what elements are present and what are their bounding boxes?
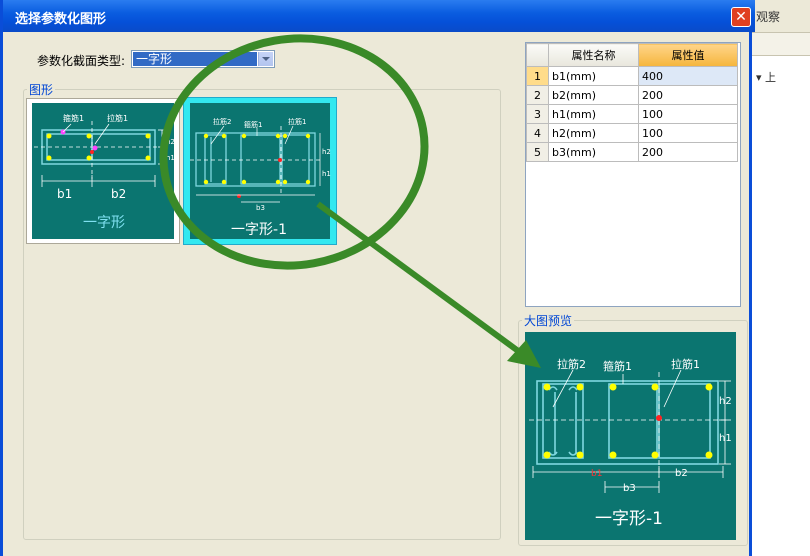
row-index: 2 <box>526 85 549 105</box>
table-row[interactable]: 5 b3(mm) 200 <box>526 142 738 162</box>
shape-diagram-2: 拉筋2 箍筋1 拉筋1 b3 h2 h1 一字形-1 <box>190 117 331 238</box>
property-value[interactable]: 100 <box>638 104 738 124</box>
shape-1-tie-label: 拉筋1 <box>107 113 128 123</box>
background-toolbar-2-text: ▾ 上 <box>756 71 777 84</box>
preview-h2-label: h2 <box>719 396 732 407</box>
preview-tie2-label: 拉筋2 <box>557 357 586 371</box>
property-name: b1(mm) <box>548 66 639 86</box>
dialog-window: 选择参数化图形 ✕ 参数化截面类型: 一字形 图形 箍筋1 拉筋1 b1 b2 … <box>0 0 755 556</box>
preview-h1-label: h1 <box>719 433 732 444</box>
dialog-title: 选择参数化图形 <box>15 12 107 27</box>
table-header-name: 属性名称 <box>548 43 639 67</box>
property-name: h2(mm) <box>548 123 639 143</box>
shape-2-stirrup-label: 箍筋1 <box>244 120 262 129</box>
property-name: b2(mm) <box>548 85 639 105</box>
background-toolbar: 观察 <box>752 0 810 33</box>
preview-group-title: 大图预览 <box>522 312 575 329</box>
section-type-select[interactable]: 一字形 <box>131 50 275 68</box>
shape-2-tie2-label: 拉筋2 <box>213 117 231 126</box>
table-header-value: 属性值 <box>638 43 738 67</box>
property-name: b3(mm) <box>548 142 639 162</box>
shape-1-name: 一字形 <box>83 215 125 231</box>
section-type-value: 一字形 <box>133 52 257 66</box>
table-row[interactable]: 4 h2(mm) 100 <box>526 123 738 143</box>
preview-canvas: 拉筋2 箍筋1 拉筋1 b1 b2 b3 h2 h1 一字形-1 <box>525 332 736 540</box>
shape-thumbnail-2[interactable]: 拉筋2 箍筋1 拉筋1 b3 h2 h1 一字形-1 <box>183 97 337 245</box>
shape-1-b2-label: b2 <box>111 187 126 201</box>
background-app: 观察 ▾ 上 <box>752 0 810 556</box>
property-value[interactable]: 400 <box>638 66 738 86</box>
shape-1-stirrup-label: 箍筋1 <box>63 113 84 123</box>
row-index: 1 <box>526 66 549 86</box>
shape-1-b1-label: b1 <box>57 187 72 201</box>
preview-stirrup-label: 箍筋1 <box>603 359 632 373</box>
property-value[interactable]: 100 <box>638 123 738 143</box>
table-row[interactable]: 1 b1(mm) 400 <box>526 66 738 86</box>
shape-thumbnail-1[interactable]: 箍筋1 拉筋1 b1 b2 h2 h1 一字形 <box>26 98 180 244</box>
property-value[interactable]: 200 <box>638 142 738 162</box>
table-row[interactable]: 2 b2(mm) 200 <box>526 85 738 105</box>
shape-2-b3-label: b3 <box>256 204 265 212</box>
background-toolbar-2: ▾ 上 <box>752 33 810 84</box>
property-value[interactable]: 200 <box>638 85 738 105</box>
shape-2-h2-label: h2 <box>322 148 331 156</box>
shape-2-h1-label: h1 <box>322 170 331 178</box>
row-index: 4 <box>526 123 549 143</box>
title-bar[interactable]: 选择参数化图形 ✕ <box>3 0 755 32</box>
section-type-label: 参数化截面类型: <box>37 54 126 68</box>
preview-shape-name: 一字形-1 <box>595 509 663 529</box>
row-index: 3 <box>526 104 549 124</box>
preview-b3-label: b3 <box>623 483 636 494</box>
row-index: 5 <box>526 142 549 162</box>
shapes-group-title: 图形 <box>27 81 56 98</box>
shape-diagram-1: 箍筋1 拉筋1 b1 b2 h2 h1 一字形 <box>34 113 175 231</box>
preview-b1-label: b1 <box>591 469 602 479</box>
shape-1-h1-label: h1 <box>166 154 175 162</box>
preview-b2-label: b2 <box>675 468 688 479</box>
preview-tie1-label: 拉筋1 <box>671 357 700 371</box>
close-button[interactable]: ✕ <box>731 7 751 27</box>
shape-1-h2-label: h2 <box>166 138 175 146</box>
preview-diagram: 拉筋2 箍筋1 拉筋1 b1 b2 b3 h2 h1 一字形-1 <box>529 357 732 529</box>
chevron-down-icon[interactable] <box>258 52 273 66</box>
properties-table[interactable]: 属性名称 属性值 1 b1(mm) 400 2 b2(mm) 200 3 h1(… <box>525 42 741 307</box>
shape-2-tie1-label: 拉筋1 <box>288 117 306 126</box>
background-toolbar-text: 观察 <box>756 10 781 24</box>
table-header-index <box>526 43 549 67</box>
table-row[interactable]: 3 h1(mm) 100 <box>526 104 738 124</box>
property-name: h1(mm) <box>548 104 639 124</box>
shape-2-name: 一字形-1 <box>231 222 287 238</box>
